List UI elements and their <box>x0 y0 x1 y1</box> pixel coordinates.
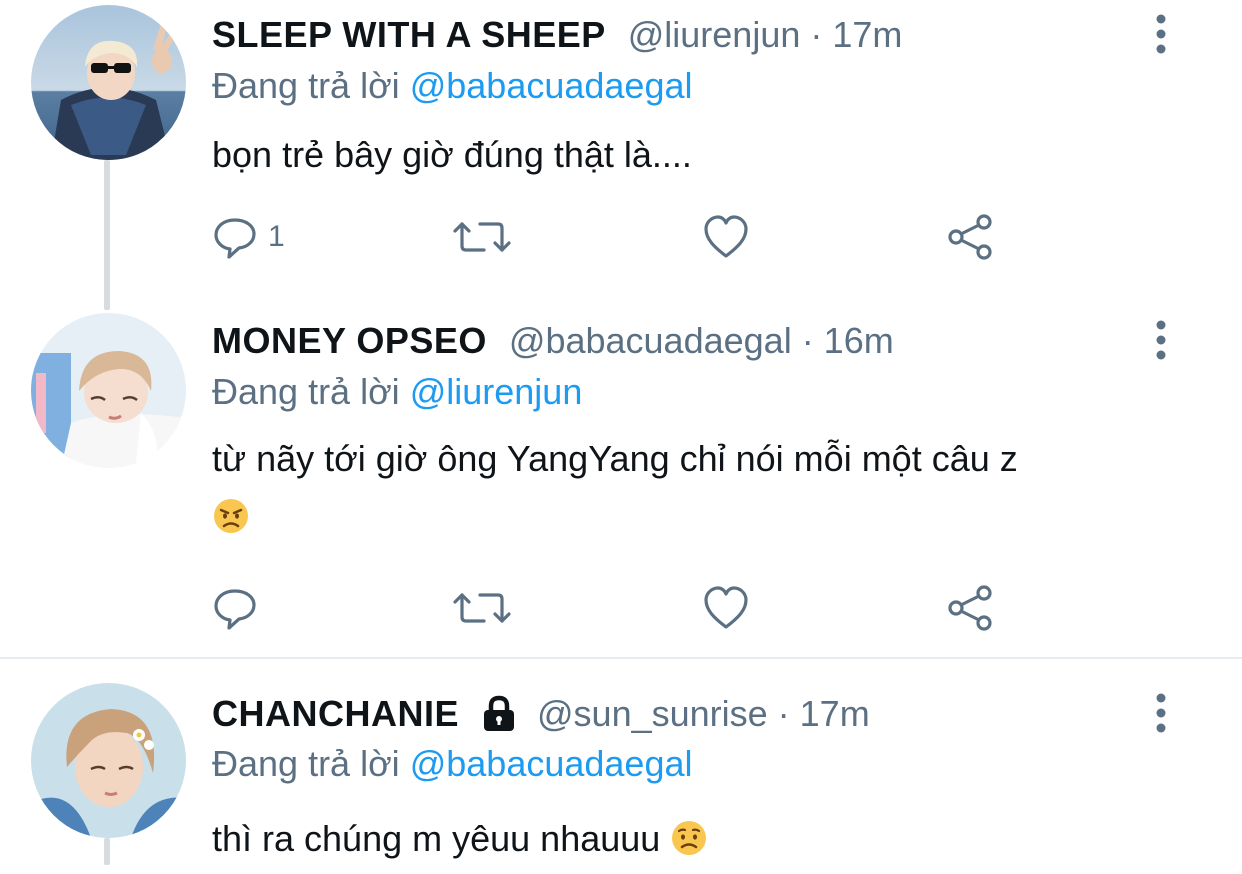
replying-to: Đang trả lời @babacuadaegal <box>212 64 692 108</box>
replying-to: Đang trả lời @liurenjun <box>212 370 582 414</box>
tweet-1[interactable]: SLEEP WITH A SHEEP @liurenjun · 17m Đang… <box>0 0 1242 310</box>
retweet-icon <box>452 214 512 260</box>
tweet-text-content: thì ra chúng m yêuu nhauuu <box>212 818 661 859</box>
share-button[interactable] <box>946 583 996 633</box>
replying-to-label: Đang trả lời <box>212 743 400 784</box>
avatar[interactable] <box>31 683 186 838</box>
reply-count: 1 <box>268 220 285 253</box>
tweet-text: bọn trẻ bây giờ đúng thật là.... <box>212 126 1172 184</box>
reply-button[interactable] <box>212 583 268 633</box>
share-button[interactable] <box>946 212 996 262</box>
replying-to-label: Đang trả lời <box>212 65 400 106</box>
like-icon <box>702 214 750 260</box>
tweet-divider <box>0 657 1242 659</box>
replying-to-handle[interactable]: @liurenjun <box>410 371 583 412</box>
lock-icon <box>479 694 519 734</box>
replying-to-handle[interactable]: @babacuadaegal <box>410 743 693 784</box>
replying-to-label: Đang trả lời <box>212 371 400 412</box>
tweet-text-content: bọn trẻ bây giờ đúng thật là.... <box>212 134 692 175</box>
avatar-photo <box>31 5 186 160</box>
handle-and-time[interactable]: @liurenjun · 17m <box>628 13 903 57</box>
tweet-header: MONEY OPSEO @babacuadaegal · 16m <box>212 319 894 363</box>
avatar[interactable] <box>31 313 186 468</box>
retweet-icon <box>452 585 512 631</box>
tweet-3[interactable]: CHANCHANIE @sun_sunrise · 17m Đang trả l… <box>0 660 1242 865</box>
reply-icon <box>212 214 258 260</box>
replying-to: Đang trả lời @babacuadaegal <box>212 742 692 786</box>
avatar-photo <box>31 313 186 468</box>
tweet-header: CHANCHANIE @sun_sunrise · 17m <box>212 692 870 736</box>
tweet-header: SLEEP WITH A SHEEP @liurenjun · 17m <box>212 13 902 57</box>
tweet-text: thì ra chúng m yêuu nhauuu <box>212 810 1172 868</box>
like-button[interactable] <box>702 583 750 633</box>
reply-button[interactable]: 1 <box>212 212 285 262</box>
handle-and-time[interactable]: @babacuadaegal · 16m <box>509 319 894 363</box>
thread-connector <box>104 160 110 310</box>
retweet-button[interactable] <box>452 583 512 633</box>
display-name[interactable]: MONEY OPSEO <box>212 319 487 363</box>
more-icon[interactable] <box>1148 319 1174 363</box>
tweet-text-content: từ nãy tới giờ ông YangYang chỉ nói mỗi … <box>212 438 1018 479</box>
like-button[interactable] <box>702 212 750 262</box>
share-icon <box>946 212 996 262</box>
display-name[interactable]: CHANCHANIE <box>212 692 459 736</box>
tweet-text: từ nãy tới giờ ông YangYang chỉ nói mỗi … <box>212 430 1172 546</box>
action-bar <box>212 583 1012 633</box>
handle-and-time[interactable]: @sun_sunrise · 17m <box>537 692 870 736</box>
more-icon[interactable] <box>1148 13 1174 57</box>
worried-face-emoji <box>670 816 708 855</box>
action-bar: 1 <box>212 212 1012 262</box>
display-name[interactable]: SLEEP WITH A SHEEP <box>212 13 606 57</box>
replying-to-handle[interactable]: @babacuadaegal <box>410 65 693 106</box>
reply-icon <box>212 585 258 631</box>
angry-face-emoji <box>212 494 250 533</box>
share-icon <box>946 583 996 633</box>
like-icon <box>702 585 750 631</box>
tweet-2[interactable]: MONEY OPSEO @babacuadaegal · 16m Đang tr… <box>0 310 1242 658</box>
avatar[interactable] <box>31 5 186 160</box>
more-icon[interactable] <box>1148 692 1174 736</box>
retweet-button[interactable] <box>452 212 512 262</box>
avatar-photo <box>31 683 186 838</box>
thread-connector <box>104 838 110 865</box>
